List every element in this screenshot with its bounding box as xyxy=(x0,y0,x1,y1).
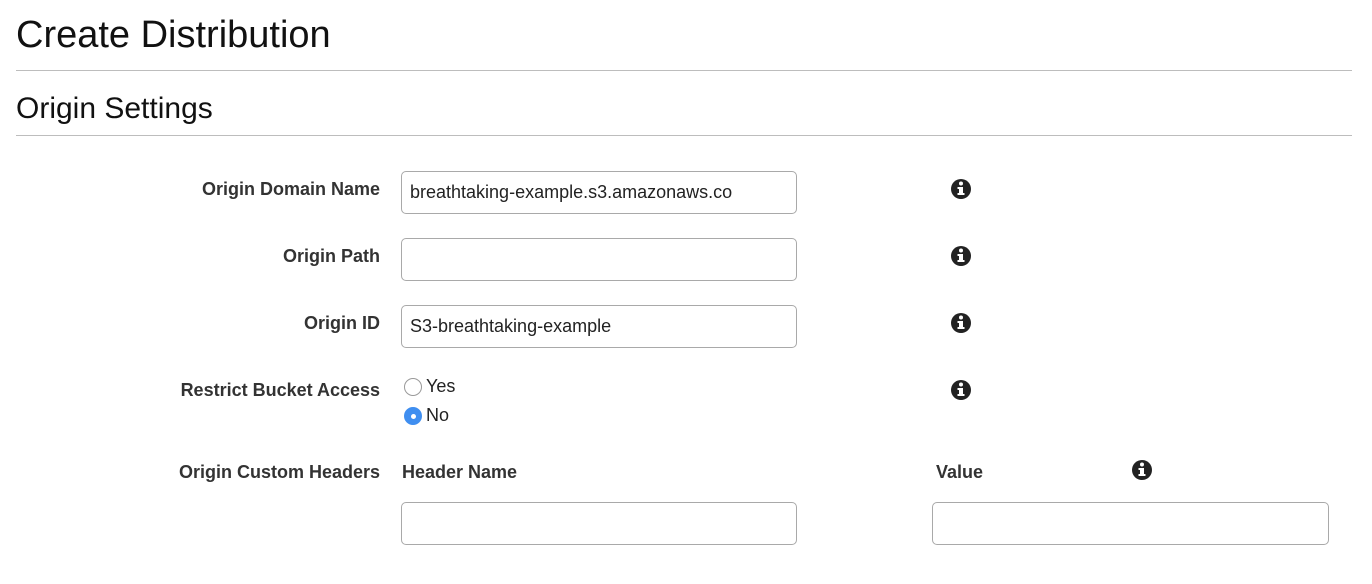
radio-no[interactable] xyxy=(404,406,422,425)
restrict-bucket-access-yes-option[interactable]: Yes xyxy=(404,376,455,397)
header-name-input[interactable] xyxy=(401,502,797,545)
info-icon[interactable] xyxy=(950,379,972,401)
radio-yes[interactable] xyxy=(404,377,422,396)
origin-id-input[interactable] xyxy=(401,305,797,348)
radio-no-label: No xyxy=(426,405,450,425)
origin-path-input[interactable] xyxy=(401,238,797,281)
title-divider xyxy=(16,70,1352,71)
section-title: Origin Settings xyxy=(16,92,213,125)
header-name-column-label: Header Name xyxy=(402,462,518,482)
origin-domain-name-input[interactable] xyxy=(401,171,797,214)
info-icon[interactable] xyxy=(1131,459,1153,481)
restrict-bucket-access-no-option[interactable]: No xyxy=(404,405,449,426)
info-icon[interactable] xyxy=(950,178,972,200)
info-icon[interactable] xyxy=(950,312,972,334)
radio-yes-label: Yes xyxy=(426,376,456,396)
restrict-bucket-access-label: Restrict Bucket Access xyxy=(180,380,380,400)
origin-domain-name-label: Origin Domain Name xyxy=(201,179,380,199)
origin-path-label: Origin Path xyxy=(282,246,380,266)
section-divider xyxy=(16,135,1352,136)
value-column-label: Value xyxy=(936,462,984,482)
page-title: Create Distribution xyxy=(16,14,331,56)
info-icon[interactable] xyxy=(950,245,972,267)
header-value-input[interactable] xyxy=(932,502,1329,545)
create-distribution-page: Create Distribution Origin Settings Orig… xyxy=(0,0,1372,584)
origin-custom-headers-label: Origin Custom Headers xyxy=(178,462,380,482)
origin-id-label: Origin ID xyxy=(304,313,380,333)
